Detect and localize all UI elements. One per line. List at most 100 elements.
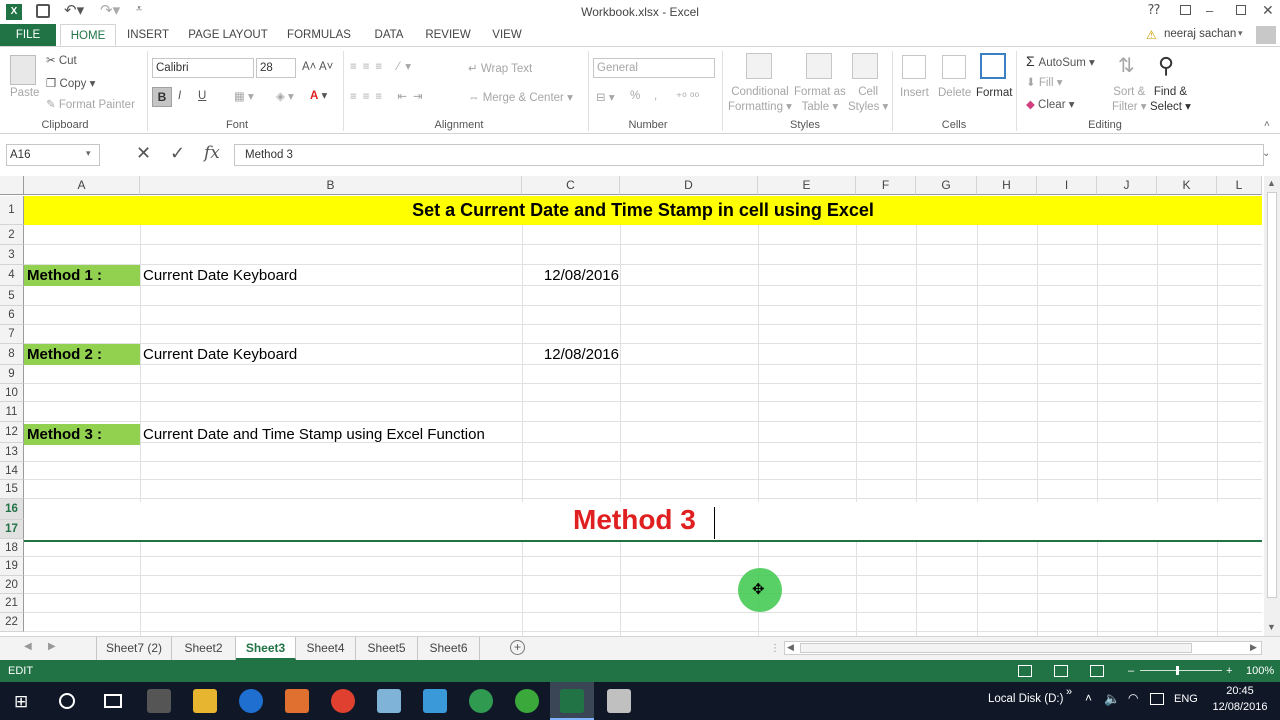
next-sheet-icon[interactable]: ▶ — [48, 641, 56, 652]
cell-styles-button[interactable]: Cell Styles ▾ — [848, 85, 888, 115]
underline-button[interactable]: U — [198, 90, 206, 102]
scroll-down-icon[interactable]: ▼ — [1267, 622, 1276, 632]
ribbon-display-icon[interactable] — [1180, 5, 1191, 15]
method2-desc-cell[interactable]: Current Date Keyboard — [143, 344, 297, 365]
sheet-tab-sheet2[interactable]: Sheet2 — [172, 637, 236, 660]
prev-sheet-icon[interactable]: ◀ — [24, 641, 32, 652]
edge-browser-icon[interactable] — [239, 689, 263, 713]
name-box-dropdown-icon[interactable]: ▾ — [86, 148, 91, 159]
row-header-14[interactable]: 14 — [0, 462, 24, 480]
scroll-up-icon[interactable]: ▲ — [1267, 178, 1276, 188]
enter-icon[interactable]: ✓ — [170, 143, 185, 164]
tab-review[interactable]: REVIEW — [422, 24, 474, 46]
zoom-out-icon[interactable]: – — [1128, 660, 1134, 682]
row-header-11[interactable]: 11 — [0, 402, 24, 422]
conditional-formatting-button[interactable]: Conditional Formatting ▾ — [728, 85, 792, 115]
account-avatar[interactable] — [1256, 26, 1276, 44]
title-cell[interactable]: Set a Current Date and Time Stamp in cel… — [24, 196, 1262, 225]
language-indicator[interactable]: ENG — [1174, 693, 1198, 705]
clock-date[interactable]: 12/08/2016 — [1208, 701, 1272, 713]
zoom-slider[interactable] — [1140, 670, 1222, 671]
column-header-e[interactable]: E — [758, 176, 856, 195]
tab-data[interactable]: DATA — [368, 24, 410, 46]
torrent-app-icon[interactable] — [515, 689, 539, 713]
borders-icon[interactable]: ▦ ▾ — [234, 89, 254, 103]
active-edit-cell[interactable]: Method 3 — [24, 502, 1262, 542]
calendar-app-icon[interactable] — [147, 689, 171, 713]
format-cells-button[interactable]: Format — [976, 87, 1012, 99]
italic-button[interactable]: I — [178, 90, 181, 102]
column-header-a[interactable]: A — [24, 176, 140, 195]
sheet-tab-sheet7-2[interactable]: Sheet7 (2) — [96, 637, 172, 660]
font-size-select[interactable]: 28 — [256, 58, 296, 78]
select-all-corner[interactable] — [0, 176, 24, 195]
task-view-icon[interactable] — [104, 694, 122, 708]
column-header-d[interactable]: D — [620, 176, 758, 195]
currency-icon[interactable]: ⊟ ▾ — [596, 90, 615, 104]
method1-desc-cell[interactable]: Current Date Keyboard — [143, 265, 297, 286]
row-header-9[interactable]: 9 — [0, 365, 24, 384]
excel-taskbar-icon[interactable] — [560, 689, 584, 713]
row-header-5[interactable]: 5 — [0, 286, 24, 306]
scroll-right-icon[interactable]: ▶ — [1250, 642, 1257, 653]
method1-label-cell[interactable]: Method 1 : — [24, 265, 140, 286]
tab-page-layout[interactable]: PAGE LAYOUT — [186, 24, 270, 46]
sheet-tab-sheet3[interactable]: Sheet3 — [236, 637, 296, 660]
zoom-level[interactable]: 100% — [1246, 660, 1274, 682]
tray-overflow-icon[interactable]: » — [1066, 686, 1072, 698]
monitor-app-icon[interactable] — [423, 689, 447, 713]
page-layout-view-icon[interactable] — [1054, 665, 1068, 677]
insert-function-icon[interactable]: fx — [204, 143, 220, 163]
zoom-slider-thumb[interactable] — [1176, 666, 1179, 675]
file-explorer-icon[interactable] — [193, 689, 217, 713]
wifi-icon[interactable]: ◠ — [1128, 691, 1138, 705]
decimal-icons[interactable]: ⁺⁰ ⁰⁰ — [676, 90, 699, 104]
wrap-text-button[interactable]: ↵ Wrap Text — [468, 61, 532, 75]
notification-icon[interactable] — [1150, 693, 1164, 705]
bold-button[interactable]: B — [152, 87, 172, 107]
paste-button[interactable]: Paste — [10, 87, 39, 99]
method3-label-cell[interactable]: Method 3 : — [24, 424, 140, 445]
row-header-20[interactable]: 20 — [0, 576, 24, 594]
tab-home[interactable]: HOME — [60, 24, 116, 46]
row-header-21[interactable]: 21 — [0, 594, 24, 613]
copy-button[interactable]: ❐ Copy ▾ — [46, 76, 95, 90]
formula-input[interactable]: Method 3 — [234, 144, 1264, 166]
row-header-3[interactable]: 3 — [0, 245, 24, 265]
align-top-icons[interactable]: ≡≡≡ ⁄▾ — [350, 59, 417, 73]
chrome-icon-2[interactable] — [469, 689, 493, 713]
disk-label[interactable]: Local Disk (D:) — [988, 693, 1063, 705]
column-header-g[interactable]: G — [916, 176, 977, 195]
tab-insert[interactable]: INSERT — [124, 24, 172, 46]
column-header-i[interactable]: I — [1037, 176, 1097, 195]
comma-button[interactable]: , — [654, 90, 657, 102]
find-select-button[interactable]: Find & Select ▾ — [1150, 85, 1191, 115]
number-format-select[interactable]: General — [593, 58, 715, 78]
row-header-10[interactable]: 10 — [0, 384, 24, 402]
restore-icon[interactable] — [1236, 5, 1246, 15]
clear-button[interactable]: ◆ Clear ▾ — [1026, 97, 1075, 111]
method3-desc-cell[interactable]: Current Date and Time Stamp using Excel … — [143, 424, 485, 445]
zoom-in-icon[interactable]: + — [1226, 660, 1232, 682]
windows-start-icon[interactable]: ⊞ — [14, 692, 28, 712]
close-icon[interactable]: ✕ — [1262, 2, 1274, 19]
row-header-8[interactable]: 8 — [0, 344, 24, 365]
method1-date-cell[interactable]: 12/08/2016 — [522, 265, 619, 286]
cortana-icon[interactable] — [59, 693, 75, 709]
row-header-19[interactable]: 19 — [0, 557, 24, 576]
chrome-icon[interactable] — [331, 689, 355, 713]
row-header-16[interactable]: 16 — [0, 499, 24, 520]
format-as-table-button[interactable]: Format as Table ▾ — [794, 85, 846, 115]
method2-date-cell[interactable]: 12/08/2016 — [522, 344, 619, 365]
clock-time[interactable]: 20:45 — [1212, 685, 1268, 697]
row-header-7[interactable]: 7 — [0, 325, 24, 344]
row-header-17[interactable]: 17 — [0, 520, 24, 539]
paste-icon[interactable] — [10, 55, 36, 85]
font-color-icon[interactable]: A ▾ — [310, 88, 327, 102]
row-header-15[interactable]: 15 — [0, 480, 24, 499]
delete-cells-button[interactable]: Delete — [938, 87, 971, 99]
percent-button[interactable]: % — [630, 90, 640, 102]
insert-cells-button[interactable]: Insert — [900, 87, 929, 99]
row-header-4[interactable]: 4 — [0, 265, 24, 286]
volume-icon[interactable]: 🔈 — [1104, 691, 1120, 707]
